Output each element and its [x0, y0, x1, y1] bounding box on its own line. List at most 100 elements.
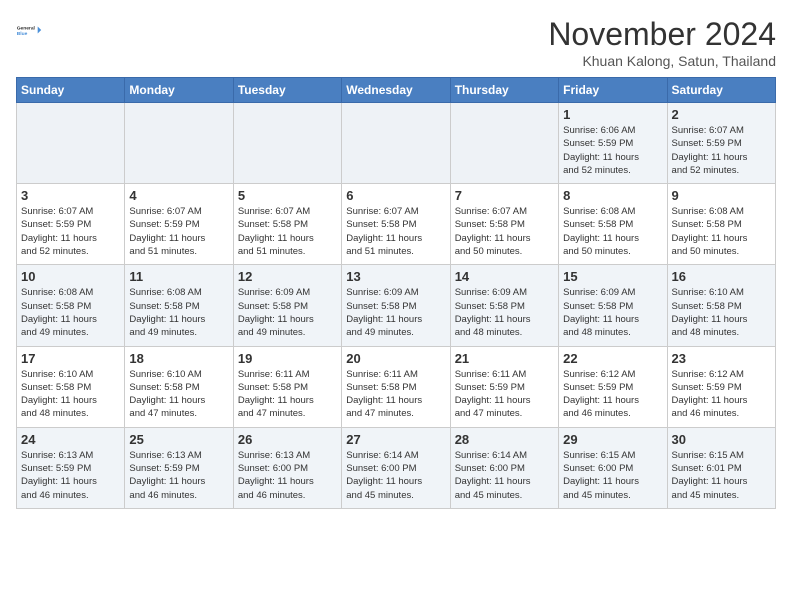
day-info: Sunrise: 6:10 AM Sunset: 5:58 PM Dayligh… — [672, 286, 771, 339]
calendar-cell: 11 Sunrise: 6:08 AM Sunset: 5:58 PM Dayli… — [125, 265, 233, 346]
day-number: 14 — [455, 269, 554, 284]
day-info: Sunrise: 6:09 AM Sunset: 5:58 PM Dayligh… — [346, 286, 445, 339]
calendar-week-row: 3 Sunrise: 6:07 AM Sunset: 5:59 PM Daylig… — [17, 184, 776, 265]
day-info: Sunrise: 6:07 AM Sunset: 5:59 PM Dayligh… — [21, 205, 120, 258]
calendar-cell: 6 Sunrise: 6:07 AM Sunset: 5:58 PM Daylig… — [342, 184, 450, 265]
weekday-header-tuesday: Tuesday — [233, 78, 341, 103]
day-number: 27 — [346, 432, 445, 447]
day-number: 2 — [672, 107, 771, 122]
calendar-cell: 24Sunrise: 6:13 AM Sunset: 5:59 PM Dayli… — [17, 427, 125, 508]
calendar-cell: 29 Sunrise: 6:15 AM Sunset: 6:00 PM Dayli… — [559, 427, 667, 508]
weekday-header-wednesday: Wednesday — [342, 78, 450, 103]
calendar-cell: 21Sunrise: 6:11 AM Sunset: 5:59 PM Dayli… — [450, 346, 558, 427]
weekday-header-row: SundayMondayTuesdayWednesdayThursdayFrid… — [17, 78, 776, 103]
calendar-cell: 12 Sunrise: 6:09 AM Sunset: 5:58 PM Dayli… — [233, 265, 341, 346]
day-info: Sunrise: 6:12 AM Sunset: 5:59 PM Dayligh… — [672, 368, 771, 421]
day-info: Sunrise: 6:13 AM Sunset: 5:59 PM Dayligh… — [129, 449, 228, 502]
logo-icon: GeneralBlue — [16, 16, 44, 44]
calendar-cell: 2 Sunrise: 6:07 AM Sunset: 5:59 PM Daylig… — [667, 103, 775, 184]
day-number: 28 — [455, 432, 554, 447]
calendar-cell: 7Sunrise: 6:07 AM Sunset: 5:58 PM Daylig… — [450, 184, 558, 265]
day-number: 13 — [346, 269, 445, 284]
calendar-cell: 23Sunrise: 6:12 AM Sunset: 5:59 PM Dayli… — [667, 346, 775, 427]
calendar-cell: 9 Sunrise: 6:08 AM Sunset: 5:58 PM Daylig… — [667, 184, 775, 265]
day-number: 19 — [238, 351, 337, 366]
day-number: 1 — [563, 107, 662, 122]
day-number: 25 — [129, 432, 228, 447]
day-info: Sunrise: 6:07 AM Sunset: 5:58 PM Dayligh… — [346, 205, 445, 258]
calendar-cell: 15 Sunrise: 6:09 AM Sunset: 5:58 PM Dayli… — [559, 265, 667, 346]
calendar-cell: 5 Sunrise: 6:07 AM Sunset: 5:58 PM Daylig… — [233, 184, 341, 265]
svg-text:Blue: Blue — [17, 31, 28, 37]
day-number: 22 — [563, 351, 662, 366]
day-info: Sunrise: 6:10 AM Sunset: 5:58 PM Dayligh… — [21, 368, 120, 421]
calendar-cell — [233, 103, 341, 184]
calendar-cell: 4 Sunrise: 6:07 AM Sunset: 5:59 PM Daylig… — [125, 184, 233, 265]
day-number: 8 — [563, 188, 662, 203]
calendar-cell: 18 Sunrise: 6:10 AM Sunset: 5:58 PM Dayli… — [125, 346, 233, 427]
day-number: 21 — [455, 351, 554, 366]
month-title: November 2024 — [548, 16, 776, 53]
weekday-header-thursday: Thursday — [450, 78, 558, 103]
day-info: Sunrise: 6:14 AM Sunset: 6:00 PM Dayligh… — [455, 449, 554, 502]
day-info: Sunrise: 6:14 AM Sunset: 6:00 PM Dayligh… — [346, 449, 445, 502]
calendar-cell — [450, 103, 558, 184]
calendar-week-row: 17 Sunrise: 6:10 AM Sunset: 5:58 PM Dayli… — [17, 346, 776, 427]
calendar-cell: 27 Sunrise: 6:14 AM Sunset: 6:00 PM Dayli… — [342, 427, 450, 508]
calendar-cell: 22 Sunrise: 6:12 AM Sunset: 5:59 PM Dayli… — [559, 346, 667, 427]
calendar-cell: 17 Sunrise: 6:10 AM Sunset: 5:58 PM Dayli… — [17, 346, 125, 427]
day-info: Sunrise: 6:09 AM Sunset: 5:58 PM Dayligh… — [563, 286, 662, 339]
calendar-cell — [125, 103, 233, 184]
logo: GeneralBlue — [16, 16, 44, 44]
calendar-cell: 20Sunrise: 6:11 AM Sunset: 5:58 PM Dayli… — [342, 346, 450, 427]
day-number: 7 — [455, 188, 554, 203]
day-info: Sunrise: 6:08 AM Sunset: 5:58 PM Dayligh… — [129, 286, 228, 339]
day-info: Sunrise: 6:15 AM Sunset: 6:00 PM Dayligh… — [563, 449, 662, 502]
weekday-header-saturday: Saturday — [667, 78, 775, 103]
day-info: Sunrise: 6:13 AM Sunset: 5:59 PM Dayligh… — [21, 449, 120, 502]
calendar-cell: 8 Sunrise: 6:08 AM Sunset: 5:58 PM Daylig… — [559, 184, 667, 265]
day-info: Sunrise: 6:08 AM Sunset: 5:58 PM Dayligh… — [563, 205, 662, 258]
calendar-cell: 1 Sunrise: 6:06 AM Sunset: 5:59 PM Daylig… — [559, 103, 667, 184]
calendar-cell: 16 Sunrise: 6:10 AM Sunset: 5:58 PM Dayli… — [667, 265, 775, 346]
day-info: Sunrise: 6:13 AM Sunset: 6:00 PM Dayligh… — [238, 449, 337, 502]
calendar-table: SundayMondayTuesdayWednesdayThursdayFrid… — [16, 77, 776, 509]
title-block: November 2024 Khuan Kalong, Satun, Thail… — [548, 16, 776, 69]
day-number: 17 — [21, 351, 120, 366]
day-info: Sunrise: 6:08 AM Sunset: 5:58 PM Dayligh… — [21, 286, 120, 339]
calendar-cell — [342, 103, 450, 184]
day-number: 18 — [129, 351, 228, 366]
day-info: Sunrise: 6:10 AM Sunset: 5:58 PM Dayligh… — [129, 368, 228, 421]
day-info: Sunrise: 6:12 AM Sunset: 5:59 PM Dayligh… — [563, 368, 662, 421]
day-number: 4 — [129, 188, 228, 203]
day-number: 10 — [21, 269, 120, 284]
calendar-cell: 19Sunrise: 6:11 AM Sunset: 5:58 PM Dayli… — [233, 346, 341, 427]
day-number: 3 — [21, 188, 120, 203]
day-number: 29 — [563, 432, 662, 447]
day-info: Sunrise: 6:07 AM Sunset: 5:59 PM Dayligh… — [672, 124, 771, 177]
day-info: Sunrise: 6:07 AM Sunset: 5:58 PM Dayligh… — [238, 205, 337, 258]
day-number: 5 — [238, 188, 337, 203]
calendar-week-row: 10 Sunrise: 6:08 AM Sunset: 5:58 PM Dayli… — [17, 265, 776, 346]
calendar-cell: 25 Sunrise: 6:13 AM Sunset: 5:59 PM Dayli… — [125, 427, 233, 508]
day-info: Sunrise: 6:07 AM Sunset: 5:59 PM Dayligh… — [129, 205, 228, 258]
day-number: 26 — [238, 432, 337, 447]
day-number: 6 — [346, 188, 445, 203]
day-number: 20 — [346, 351, 445, 366]
day-info: Sunrise: 6:06 AM Sunset: 5:59 PM Dayligh… — [563, 124, 662, 177]
calendar-week-row: 24Sunrise: 6:13 AM Sunset: 5:59 PM Dayli… — [17, 427, 776, 508]
day-number: 15 — [563, 269, 662, 284]
location-subtitle: Khuan Kalong, Satun, Thailand — [548, 53, 776, 69]
day-number: 12 — [238, 269, 337, 284]
weekday-header-sunday: Sunday — [17, 78, 125, 103]
svg-text:General: General — [17, 25, 36, 31]
calendar-cell: 30Sunrise: 6:15 AM Sunset: 6:01 PM Dayli… — [667, 427, 775, 508]
day-info: Sunrise: 6:08 AM Sunset: 5:58 PM Dayligh… — [672, 205, 771, 258]
calendar-cell — [17, 103, 125, 184]
calendar-cell: 14Sunrise: 6:09 AM Sunset: 5:58 PM Dayli… — [450, 265, 558, 346]
day-number: 11 — [129, 269, 228, 284]
day-info: Sunrise: 6:09 AM Sunset: 5:58 PM Dayligh… — [238, 286, 337, 339]
day-number: 16 — [672, 269, 771, 284]
calendar-cell: 28 Sunrise: 6:14 AM Sunset: 6:00 PM Dayli… — [450, 427, 558, 508]
day-number: 9 — [672, 188, 771, 203]
